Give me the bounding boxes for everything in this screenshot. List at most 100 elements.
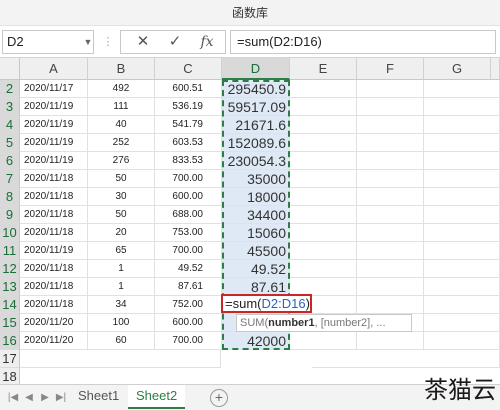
cell-c[interactable]: 700.00 — [155, 170, 222, 188]
cell-f[interactable] — [357, 152, 424, 170]
cell-d[interactable]: 18000 — [222, 188, 290, 206]
cell-c[interactable]: 753.00 — [155, 224, 222, 242]
prev-sheet-icon[interactable]: ◀ — [22, 389, 36, 407]
cell-b[interactable]: 65 — [88, 242, 155, 260]
cell-a[interactable]: 2020/11/19 — [20, 116, 88, 134]
row-header[interactable]: 3 — [0, 98, 20, 116]
cell-c[interactable]: 600.00 — [155, 188, 222, 206]
row-header[interactable]: 2 — [0, 80, 20, 98]
cell-a[interactable]: 2020/11/18 — [20, 206, 88, 224]
cell-b[interactable]: 60 — [88, 332, 155, 350]
cell-g[interactable] — [424, 224, 500, 242]
cell-c[interactable]: 700.00 — [155, 242, 222, 260]
cell-b[interactable]: 111 — [88, 98, 155, 116]
row-header[interactable]: 15 — [0, 314, 20, 332]
cell-c[interactable]: 600.51 — [155, 80, 222, 98]
cell-d[interactable]: 59517.09 — [222, 98, 290, 116]
cell-g[interactable] — [424, 152, 500, 170]
cell-g[interactable] — [424, 170, 500, 188]
cell-g[interactable] — [424, 206, 500, 224]
cell-a[interactable]: 2020/11/19 — [20, 242, 88, 260]
row-header[interactable]: 4 — [0, 116, 20, 134]
row-header[interactable]: 10 — [0, 224, 20, 242]
first-sheet-icon[interactable]: |◀ — [6, 389, 20, 407]
cell-d[interactable]: 42000 — [222, 332, 290, 350]
cell-a[interactable]: 2020/11/18 — [20, 260, 88, 278]
cell-b[interactable]: 492 — [88, 80, 155, 98]
cell-e[interactable] — [290, 206, 357, 224]
cell-f[interactable] — [357, 260, 424, 278]
cell-g[interactable] — [424, 242, 500, 260]
column-header-c[interactable]: C — [155, 58, 222, 80]
cell-g[interactable] — [424, 278, 500, 296]
cell-e[interactable] — [290, 188, 357, 206]
cell-g[interactable] — [424, 332, 500, 350]
cell-c[interactable]: 700.00 — [155, 332, 222, 350]
cell-a[interactable]: 2020/11/19 — [20, 134, 88, 152]
cell-c[interactable]: 536.19 — [155, 98, 222, 116]
cell-f[interactable] — [357, 224, 424, 242]
cell-b[interactable]: 1 — [88, 278, 155, 296]
spreadsheet-grid[interactable]: A B C D E F G 2 2020/11/17 492 600.51 295450… — [0, 58, 500, 390]
insert-function-icon[interactable]: fx — [193, 31, 221, 53]
cell-d[interactable]: 21671.6 — [222, 116, 290, 134]
tab-sheet1[interactable]: Sheet1 — [70, 385, 127, 409]
name-box[interactable]: D2 — [2, 30, 94, 54]
row-header[interactable]: 11 — [0, 242, 20, 260]
cell-a[interactable]: 2020/11/19 — [20, 98, 88, 116]
cell-d[interactable]: 295450.9 — [222, 80, 290, 98]
cell-f[interactable] — [357, 242, 424, 260]
row-header[interactable]: 9 — [0, 206, 20, 224]
cell-g[interactable] — [424, 98, 500, 116]
row-header[interactable]: 6 — [0, 152, 20, 170]
cell-a[interactable]: 2020/11/20 — [20, 314, 88, 332]
cell-g[interactable] — [424, 296, 500, 314]
column-header-f[interactable]: F — [357, 58, 424, 80]
cell-e[interactable] — [290, 242, 357, 260]
cell-d[interactable]: 34400 — [222, 206, 290, 224]
column-header-a[interactable]: A — [20, 58, 88, 80]
formula-bar-grip-icon[interactable]: ⋮ — [101, 34, 115, 50]
cell-e[interactable] — [290, 170, 357, 188]
cell-d[interactable]: 35000 — [222, 170, 290, 188]
cell-c[interactable]: 603.53 — [155, 134, 222, 152]
row-header[interactable]: 7 — [0, 170, 20, 188]
cell-c[interactable]: 600.00 — [155, 314, 222, 332]
cell-e[interactable] — [290, 134, 357, 152]
empty-cells-row-17-right[interactable] — [312, 350, 500, 368]
cell-e[interactable] — [290, 98, 357, 116]
cell-g[interactable] — [424, 80, 500, 98]
cell-f[interactable] — [357, 296, 424, 314]
cell-b[interactable]: 276 — [88, 152, 155, 170]
cell-c[interactable]: 49.52 — [155, 260, 222, 278]
row-header[interactable]: 5 — [0, 134, 20, 152]
cell-d[interactable]: 45500 — [222, 242, 290, 260]
name-box-dropdown-icon[interactable]: ▼ — [82, 30, 94, 54]
next-sheet-icon[interactable]: ▶ — [38, 389, 52, 407]
cell-f[interactable] — [357, 278, 424, 296]
row-header[interactable]: 13 — [0, 278, 20, 296]
cell-d[interactable]: 49.52 — [222, 260, 290, 278]
cell-a[interactable]: 2020/11/19 — [20, 152, 88, 170]
cell-d[interactable]: 15060 — [222, 224, 290, 242]
cell-g[interactable] — [424, 116, 500, 134]
last-sheet-icon[interactable]: ▶| — [54, 389, 68, 407]
cell-f[interactable] — [357, 332, 424, 350]
editing-cell-d17[interactable]: =sum(D2:D16) — [221, 294, 312, 313]
cell-b[interactable]: 50 — [88, 206, 155, 224]
cell-e[interactable] — [290, 152, 357, 170]
cell-a[interactable]: 2020/11/17 — [20, 80, 88, 98]
cell-c[interactable]: 541.79 — [155, 116, 222, 134]
cell-g[interactable] — [424, 188, 500, 206]
formula-input[interactable]: =sum(D2:D16) — [230, 30, 496, 54]
cell-b[interactable]: 100 — [88, 314, 155, 332]
cell-f[interactable] — [357, 134, 424, 152]
column-header-b[interactable]: B — [88, 58, 155, 80]
cell-c[interactable]: 752.00 — [155, 296, 222, 314]
cell-g[interactable] — [424, 314, 500, 332]
cell-f[interactable] — [357, 80, 424, 98]
cell-a[interactable]: 2020/11/18 — [20, 188, 88, 206]
cancel-icon[interactable]: ✕ — [129, 31, 157, 53]
select-all-corner[interactable] — [0, 58, 20, 80]
cell-e[interactable] — [290, 332, 357, 350]
